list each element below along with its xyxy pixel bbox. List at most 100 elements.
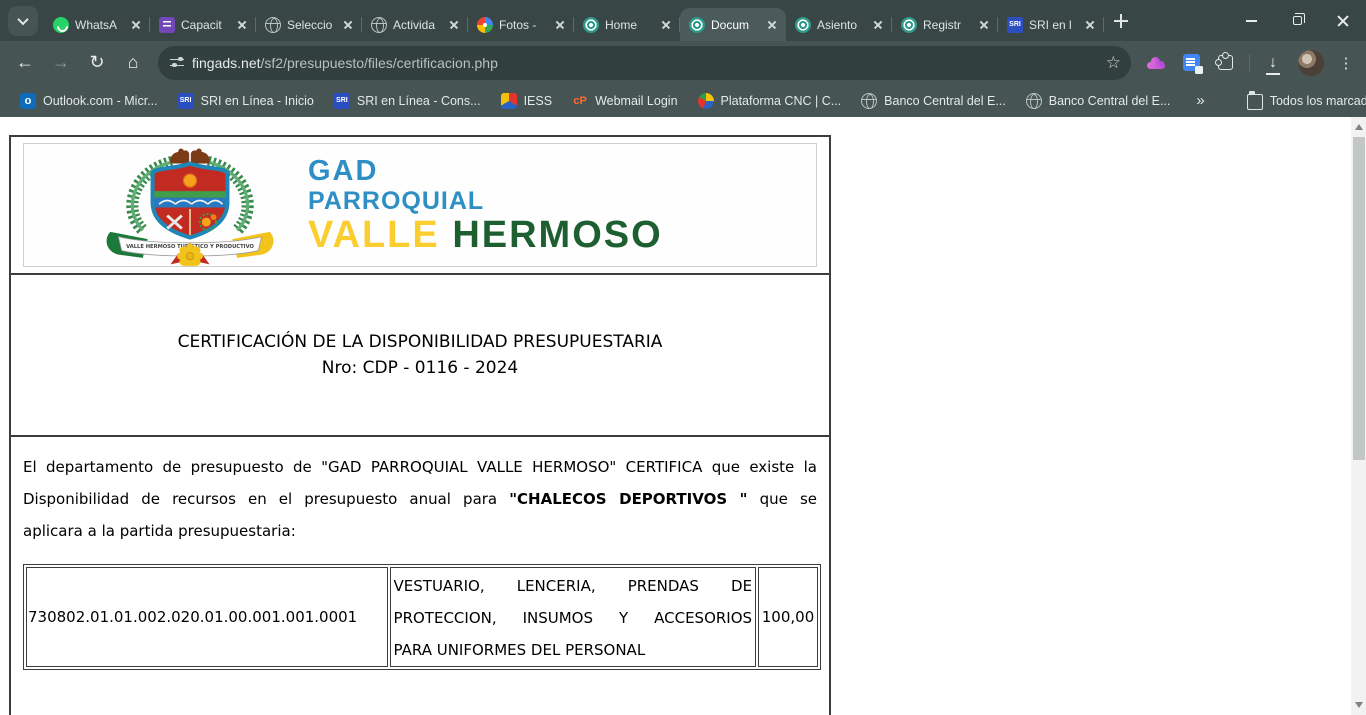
google-forms-icon xyxy=(159,17,175,33)
logo-valle: VALLE xyxy=(308,214,440,256)
minimize-button[interactable] xyxy=(1228,0,1274,41)
globe-icon xyxy=(1026,93,1042,109)
logo-gad: GAD xyxy=(308,157,663,186)
downloads-icon[interactable]: ↓ xyxy=(1258,54,1288,72)
sri-icon: SRI xyxy=(1007,17,1023,33)
partida-table: 730802.01.01.002.020.01.00.001.001.0001 … xyxy=(23,564,821,670)
bookmark-star-icon[interactable]: ☆ xyxy=(1106,53,1121,73)
tab-label: Asiento xyxy=(817,18,864,32)
forward-button[interactable]: → xyxy=(44,46,78,80)
all-bookmarks-button[interactable]: Todos los marcadores xyxy=(1239,89,1366,113)
tab-seleccio[interactable]: Seleccio xyxy=(256,8,362,41)
partida-amount-cell: 100,00 xyxy=(758,567,818,667)
scroll-down-arrow[interactable] xyxy=(1355,702,1363,708)
url-text[interactable]: fingads.net/sf2/presupuesto/files/certif… xyxy=(192,55,1098,71)
bookmark-sri-consultas[interactable]: SRI SRI en Línea - Cons... xyxy=(326,90,489,112)
fingads-icon xyxy=(689,17,705,33)
paragraph-line2: Disponibilidad de recursos en el presupu… xyxy=(23,483,817,515)
bookmark-banco-central-1[interactable]: Banco Central del E... xyxy=(853,90,1014,112)
globe-icon xyxy=(371,17,387,33)
tab-home[interactable]: Home xyxy=(574,8,680,41)
bookmark-cnc[interactable]: Plataforma CNC | C... xyxy=(690,90,850,112)
extensions-puzzle-icon[interactable] xyxy=(1218,55,1233,70)
scroll-up-arrow[interactable] xyxy=(1355,124,1363,130)
logo-valle-hermoso: VALLE HERMOSO xyxy=(308,216,663,254)
tab-strip: WhatsA Capacit Seleccio Activida Fotos -… xyxy=(0,0,1366,41)
bookmark-label: Outlook.com - Micr... xyxy=(43,94,158,108)
address-bar[interactable]: fingads.net/sf2/presupuesto/files/certif… xyxy=(158,46,1131,80)
tab-capacit[interactable]: Capacit xyxy=(150,8,256,41)
sri-icon: SRI xyxy=(334,93,350,109)
close-icon xyxy=(1336,14,1350,28)
paragraph-bold-item: "CHALECOS DEPORTIVOS " xyxy=(509,490,747,508)
logo-section: VALLE HERMOSO TURÍSTICO Y PRODUCTIVO GAD… xyxy=(11,137,829,275)
close-icon[interactable] xyxy=(128,17,144,33)
globe-icon xyxy=(265,17,281,33)
google-photos-icon xyxy=(477,17,493,33)
close-icon[interactable] xyxy=(234,17,250,33)
description-line: PROTECCION, INSUMOS Y ACCESORIOS xyxy=(394,602,753,634)
reload-button[interactable]: ↻ xyxy=(80,46,114,80)
tab-whatsapp[interactable]: WhatsA xyxy=(44,8,150,41)
close-icon[interactable] xyxy=(764,17,780,33)
bookmark-label: SRI en Línea - Cons... xyxy=(357,94,481,108)
tab-label: WhatsA xyxy=(75,18,122,32)
close-window-button[interactable] xyxy=(1320,0,1366,41)
bookmark-banco-central-2[interactable]: Banco Central del E... xyxy=(1018,90,1179,112)
translate-icon[interactable] xyxy=(1183,54,1200,71)
tab-activida[interactable]: Activida xyxy=(362,8,468,41)
bookmark-label: Banco Central del E... xyxy=(1049,94,1171,108)
document-number: Nro: CDP - 0116 - 2024 xyxy=(322,356,519,381)
close-icon[interactable] xyxy=(446,17,462,33)
body-section: El departamento de presupuesto de "GAD P… xyxy=(11,437,829,715)
minimize-icon xyxy=(1246,20,1257,22)
coat-of-arms: VALLE HERMOSO TURÍSTICO Y PRODUCTIVO xyxy=(82,144,298,266)
vertical-scrollbar[interactable] xyxy=(1351,117,1366,715)
logo-parroquial: PARROQUIAL xyxy=(308,189,663,214)
folder-icon xyxy=(1247,94,1263,110)
browser-menu-icon[interactable]: ⋮ xyxy=(1334,54,1358,72)
logo-hermoso: HERMOSO xyxy=(452,214,662,256)
fingads-icon xyxy=(583,17,599,33)
certification-document: VALLE HERMOSO TURÍSTICO Y PRODUCTIVO GAD… xyxy=(9,135,831,715)
fingads-icon xyxy=(795,17,811,33)
close-icon[interactable] xyxy=(552,17,568,33)
title-section: CERTIFICACIÓN DE LA DISPONIBILIDAD PRESU… xyxy=(11,275,829,437)
tab-asiento[interactable]: Asiento xyxy=(786,8,892,41)
close-icon[interactable] xyxy=(870,17,886,33)
bookmark-iess[interactable]: IESS xyxy=(493,90,561,112)
tab-label: Fotos - xyxy=(499,18,546,32)
partida-code: 730802.01.01.002.020.01.00.001.001.0001 xyxy=(28,608,357,626)
site-settings-icon[interactable] xyxy=(170,57,184,69)
bookmarks-overflow-chevron[interactable]: » xyxy=(1186,92,1214,109)
url-domain: fingads.net xyxy=(192,55,261,71)
close-icon[interactable] xyxy=(1082,17,1098,33)
scrollbar-thumb[interactable] xyxy=(1353,137,1365,460)
whatsapp-icon xyxy=(53,17,69,33)
bookmark-sri-inicio[interactable]: SRI SRI en Línea - Inicio xyxy=(170,90,322,112)
bookmark-webmail[interactable]: cP Webmail Login xyxy=(564,90,685,112)
tab-label: Seleccio xyxy=(287,18,334,32)
restore-button[interactable] xyxy=(1274,0,1320,41)
tab-fotos[interactable]: Fotos - xyxy=(468,8,574,41)
home-button[interactable]: ⌂ xyxy=(116,46,150,80)
tab-documento-active[interactable]: Docum xyxy=(680,8,786,41)
restore-icon xyxy=(1293,16,1302,25)
close-icon[interactable] xyxy=(658,17,674,33)
cpanel-icon: cP xyxy=(572,93,588,109)
partida-amount: 100,00 xyxy=(762,608,815,626)
close-icon[interactable] xyxy=(976,17,992,33)
tab-search-button[interactable] xyxy=(8,6,38,36)
back-button[interactable]: ← xyxy=(8,46,42,80)
tab-sri[interactable]: SRI SRI en l xyxy=(998,8,1104,41)
new-tab-button[interactable] xyxy=(1108,8,1134,34)
paragraph-line3: aplicara a la partida presupuestaria: xyxy=(23,515,817,547)
bookmark-outlook[interactable]: o Outlook.com - Micr... xyxy=(12,90,166,112)
profile-avatar[interactable] xyxy=(1298,50,1324,76)
window-controls xyxy=(1228,0,1366,41)
tab-registro[interactable]: Registr xyxy=(892,8,998,41)
tab-label: Home xyxy=(605,18,652,32)
extension-cloud-icon[interactable] xyxy=(1147,56,1165,69)
close-icon[interactable] xyxy=(340,17,356,33)
bookmark-label: Banco Central del E... xyxy=(884,94,1006,108)
